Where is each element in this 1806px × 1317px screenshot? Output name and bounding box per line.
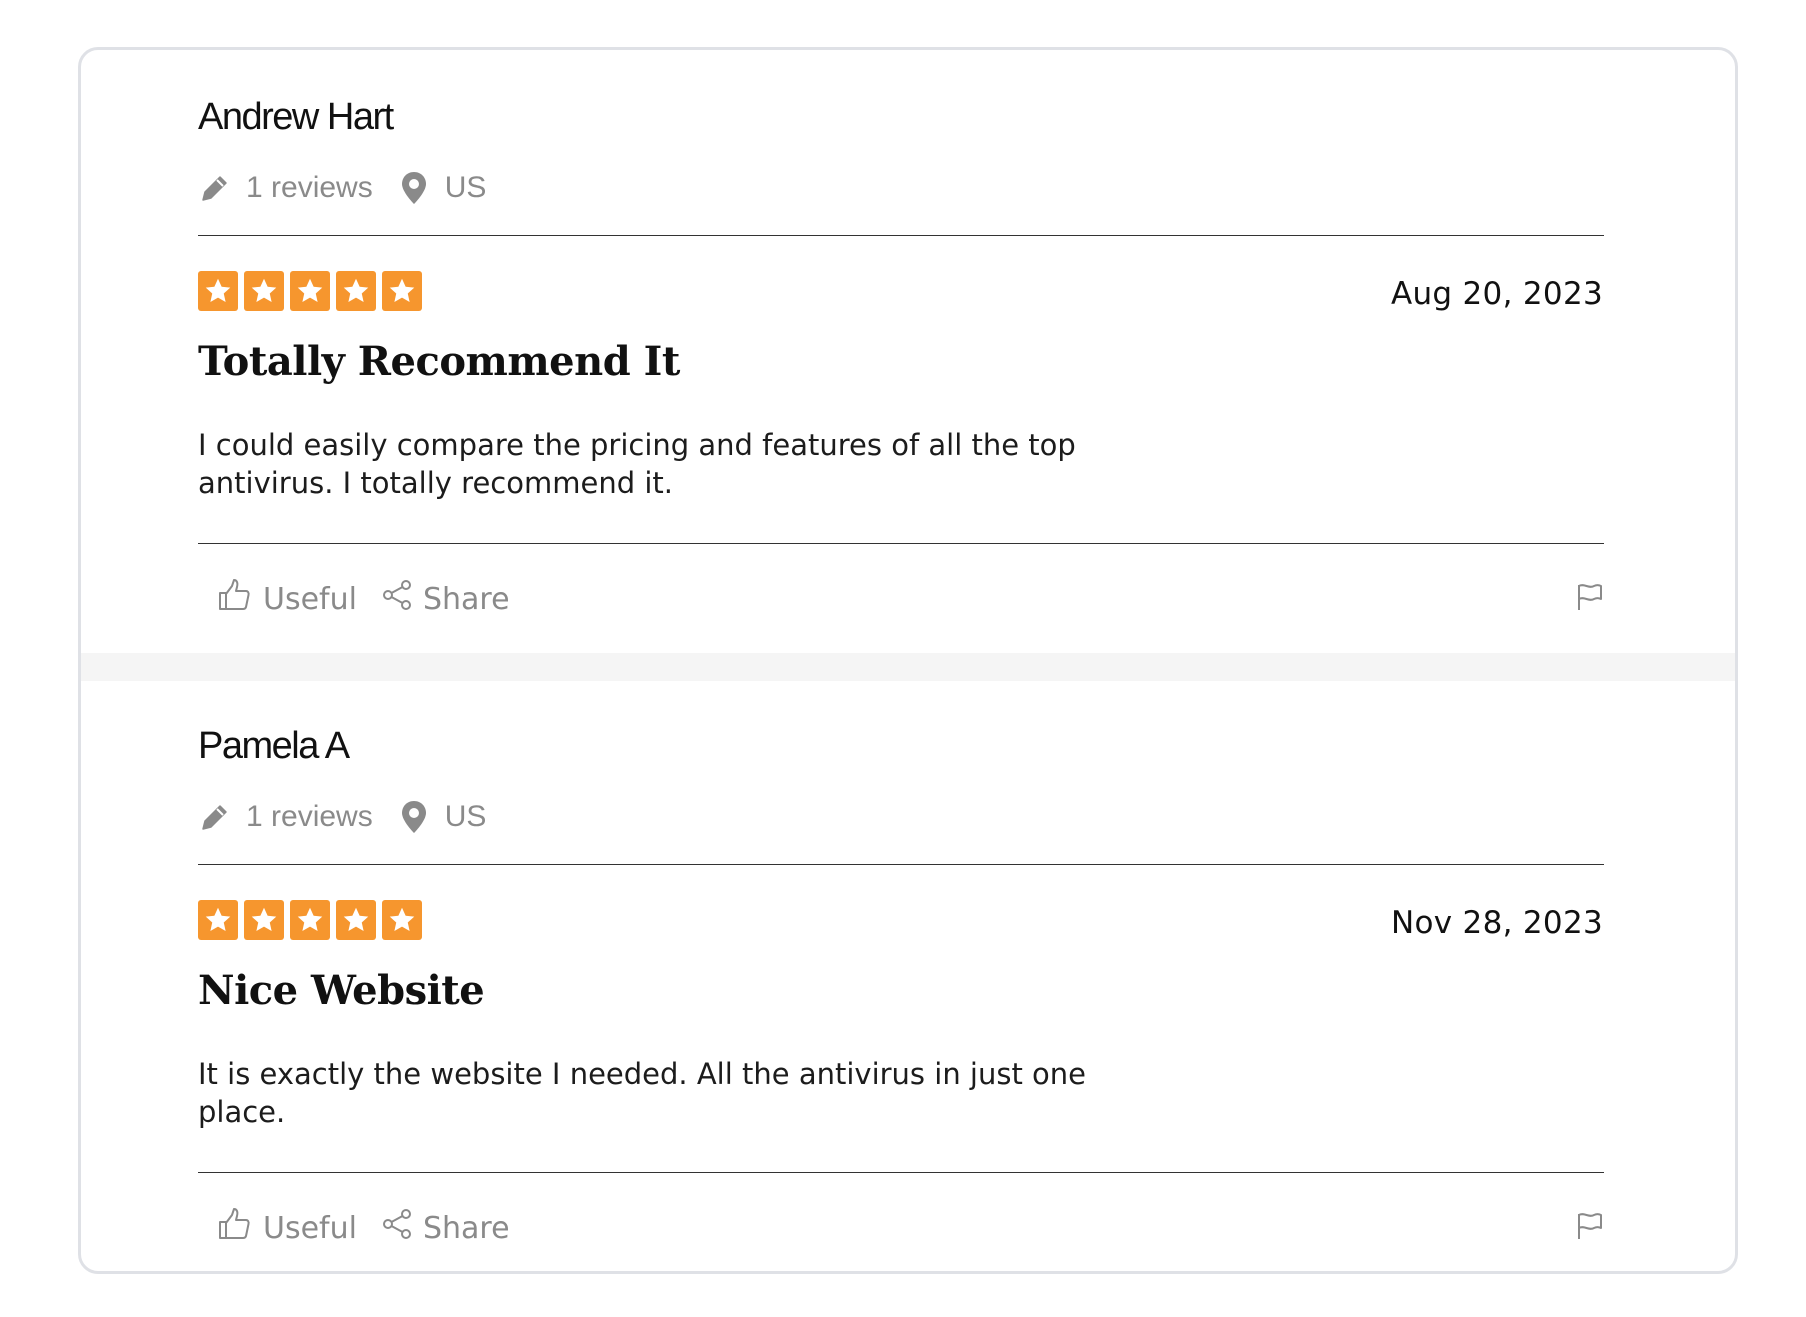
share-icon [381,579,413,619]
review-body: It is exactly the website I needed. All … [198,1057,1087,1129]
review-title: Nice Website [198,967,485,1014]
star-icon [382,271,422,311]
star-icon [198,900,238,940]
reviews-panel: Andrew Hart 1 reviews US Aug 20, 2023 To… [78,47,1738,1274]
flag-icon [1575,584,1605,616]
map-pin-icon [397,800,431,834]
thumbs-up-icon [217,1206,253,1250]
thumbs-up-icon [217,577,253,621]
star-rating [198,900,422,940]
useful-label: Useful [263,1210,357,1246]
pencil-icon [198,800,232,834]
pencil-icon [198,171,232,205]
review-separator [81,653,1735,681]
useful-button[interactable]: Useful [217,577,357,621]
star-icon [244,900,284,940]
star-icon [336,900,376,940]
star-icon [290,900,330,940]
divider [198,1172,1604,1173]
report-button[interactable] [1575,1211,1605,1241]
review-actions: Useful Share [217,1206,510,1250]
share-button[interactable]: Share [381,1208,510,1248]
reviews-count: 1 reviews [246,171,373,204]
reviewer-meta: 1 reviews US [198,168,486,208]
star-icon [198,271,238,311]
star-icon [244,271,284,311]
divider [198,235,1604,236]
useful-button[interactable]: Useful [217,1206,357,1250]
reviewer-name[interactable]: Andrew Hart [198,96,394,139]
share-label: Share [422,581,510,617]
share-label: Share [422,1210,510,1246]
divider [198,543,1604,544]
reviewer-location: US [444,171,487,204]
review-body: I could easily compare the pricing and f… [198,428,1076,500]
star-rating [198,271,422,311]
share-button[interactable]: Share [381,579,510,619]
reviews-count: 1 reviews [246,800,373,833]
review-card: Andrew Hart 1 reviews US Aug 20, 2023 To… [81,50,1735,652]
flag-icon [1575,1213,1605,1245]
reviewer-meta: 1 reviews US [198,797,486,837]
star-icon [336,271,376,311]
reviewer-location: US [444,800,487,833]
map-pin-icon [397,171,431,205]
reviewer-name[interactable]: Pamela A [198,725,350,768]
star-icon [382,900,422,940]
review-date: Aug 20, 2023 [1390,276,1603,312]
useful-label: Useful [263,581,357,617]
share-icon [381,1208,413,1248]
review-date: Nov 28, 2023 [1390,905,1603,941]
report-button[interactable] [1575,582,1605,612]
divider [198,864,1604,865]
review-title: Totally Recommend It [198,338,680,385]
review-card: Pamela A 1 reviews US Nov 28, 2023 Nice … [81,679,1735,1271]
star-icon [290,271,330,311]
review-actions: Useful Share [217,577,510,621]
